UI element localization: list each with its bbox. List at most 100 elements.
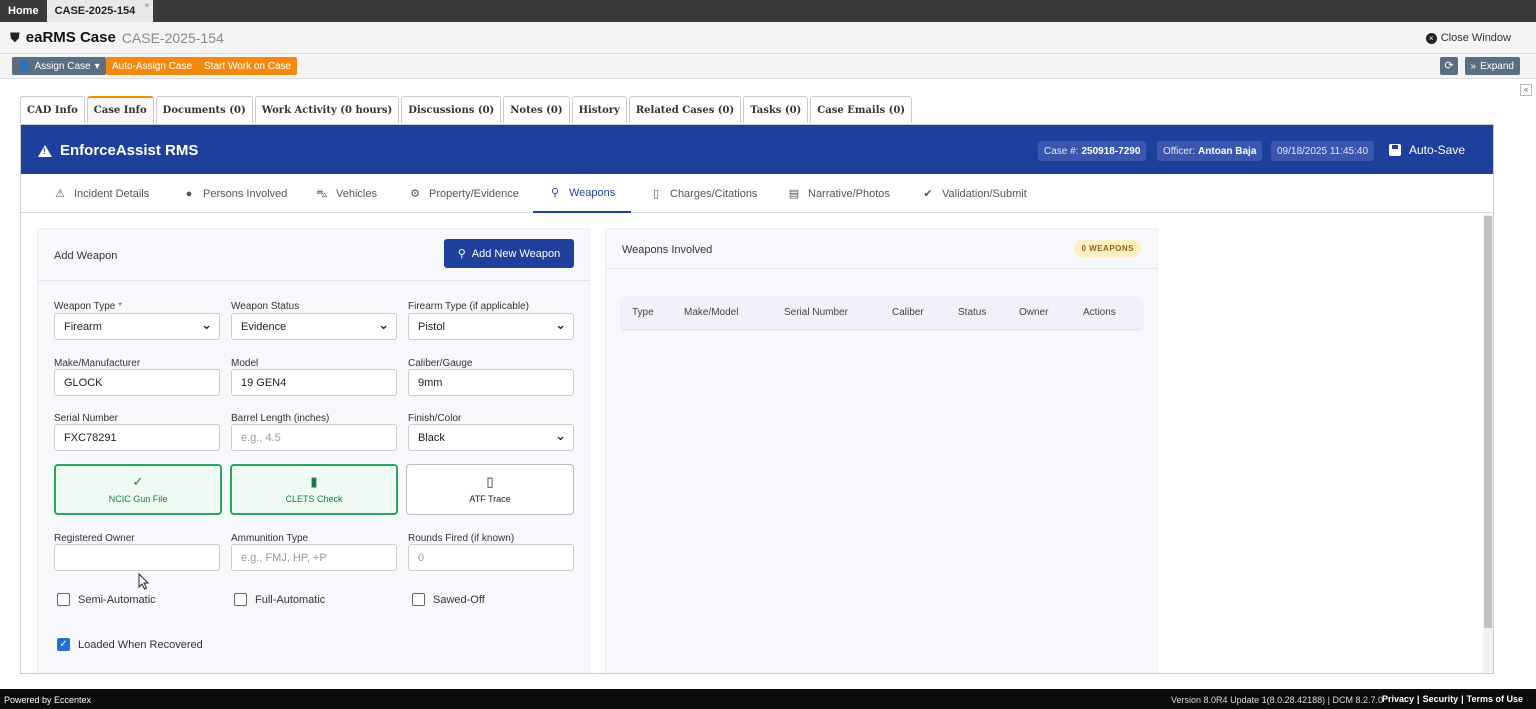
nav-validation-submit[interactable]: ✔ Validation/Submit bbox=[922, 174, 1027, 213]
column-header: Actions bbox=[1083, 307, 1116, 318]
ncic-label: NCIC Gun File bbox=[108, 494, 168, 504]
tab-documents[interactable]: Documents (0) bbox=[155, 96, 253, 123]
caret-down-icon: ▾ bbox=[94, 60, 100, 72]
checkbox-label: Semi-Automatic bbox=[78, 593, 156, 606]
weapon-status-select[interactable]: Evidence bbox=[231, 313, 397, 340]
close-window-button[interactable]: × Close Window bbox=[1425, 32, 1511, 44]
warning-icon: ⚠ bbox=[55, 187, 65, 200]
tab-notes[interactable]: Notes (0) bbox=[503, 96, 570, 123]
shield-icon: ⛊ bbox=[10, 29, 20, 45]
tab-work-activity[interactable]: Work Activity (0 hours) bbox=[254, 96, 400, 123]
ammo-label: Ammunition Type bbox=[231, 533, 309, 544]
auto-assign-button[interactable]: Auto-Assign Case bbox=[106, 61, 198, 72]
sawed-off-checkbox[interactable]: Sawed-Off bbox=[412, 593, 485, 606]
ammunition-type-input[interactable] bbox=[231, 544, 397, 571]
barrel-length-input[interactable] bbox=[231, 424, 397, 451]
tab-related-cases[interactable]: Related Cases (0) bbox=[628, 96, 742, 123]
weapon-count-badge: 0 WEAPONS bbox=[1074, 240, 1141, 257]
file-outline-icon: ▯ bbox=[486, 474, 494, 489]
model-input[interactable]: 19 GEN4 bbox=[231, 369, 397, 396]
expand-label: Expand bbox=[1480, 60, 1514, 72]
collapse-panel-icon[interactable]: « bbox=[1520, 84, 1532, 96]
weapons-involved-title: Weapons Involved bbox=[622, 244, 713, 256]
rms-frame: EnforceAssist RMS Case #: 250918-7290 Of… bbox=[20, 124, 1494, 674]
checkmark-icon[interactable]: ✓ bbox=[57, 638, 70, 651]
tab-case-emails[interactable]: Case Emails (0) bbox=[810, 96, 913, 123]
check-circle-icon: ✔ bbox=[923, 187, 933, 200]
orange-button-group: Auto-Assign Case Start Work on Case bbox=[106, 57, 298, 75]
ncic-gun-file-button[interactable]: ✓ NCIC Gun File bbox=[54, 464, 222, 515]
expand-button[interactable]: » Expand bbox=[1464, 57, 1520, 75]
nav-label: Validation/Submit bbox=[942, 187, 1027, 200]
case-header: ⛊ eaRMS Case CASE-2025-154 × Close Windo… bbox=[0, 22, 1536, 54]
atf-trace-button[interactable]: ▯ ATF Trace bbox=[406, 464, 574, 515]
tab-history[interactable]: History bbox=[571, 96, 627, 123]
close-window-label: Close Window bbox=[1440, 32, 1511, 44]
datetime-pill: 09/18/2025 11:45:40 bbox=[1271, 141, 1375, 161]
nav-incident-details[interactable]: ⚠ Incident Details bbox=[54, 174, 149, 213]
full-automatic-checkbox[interactable]: Full-Automatic bbox=[234, 593, 325, 606]
nav-property-evidence[interactable]: ⚙ Property/Evidence bbox=[409, 174, 519, 213]
clets-check-button[interactable]: ▮ CLETS Check bbox=[230, 464, 398, 515]
serial-label: Serial Number bbox=[54, 413, 118, 424]
start-work-button[interactable]: Start Work on Case bbox=[198, 61, 297, 72]
rounds-label: Rounds Fired (if known) bbox=[408, 533, 515, 544]
semi-automatic-checkbox[interactable]: Semi-Automatic bbox=[57, 593, 156, 606]
column-header: Owner bbox=[1019, 307, 1049, 318]
mouse-cursor-icon bbox=[138, 573, 150, 590]
make-input[interactable]: GLOCK bbox=[54, 369, 220, 396]
case-tabs: CAD Info Case Info Documents (0) Work Ac… bbox=[20, 96, 913, 123]
nav-vehicles[interactable]: ⛍ Vehicles bbox=[316, 174, 377, 213]
firearm-type-select[interactable]: Pistol bbox=[408, 313, 574, 340]
case-id: CASE-2025-154 bbox=[121, 29, 224, 46]
checkbox-label: Sawed-Off bbox=[433, 593, 485, 606]
add-weapon-header: Add Weapon ⚲ Add New Weapon bbox=[38, 229, 589, 281]
tab-tasks[interactable]: Tasks (0) bbox=[743, 96, 809, 123]
tab-case-info[interactable]: Case Info bbox=[86, 96, 154, 123]
person-icon: ● bbox=[185, 187, 193, 200]
tab-case[interactable]: CASE-2025-154 × bbox=[46, 0, 154, 22]
add-weapon-title: Add Weapon bbox=[54, 250, 118, 262]
case-toolbar: 👤 Assign Case ▾ Auto-Assign Case Start W… bbox=[0, 54, 1536, 79]
checkbox-box[interactable] bbox=[234, 593, 247, 606]
gear-icon: ⚙ bbox=[410, 187, 420, 200]
tab-cad-info[interactable]: CAD Info bbox=[20, 96, 85, 123]
required-marker: * bbox=[118, 301, 123, 312]
nav-persons-involved[interactable]: ● Persons Involved bbox=[183, 174, 288, 213]
refresh-icon[interactable]: ⟳ bbox=[1440, 57, 1458, 75]
nav-narrative-photos[interactable]: ▤ Narrative/Photos bbox=[788, 174, 890, 213]
checkbox-label: Full-Automatic bbox=[255, 593, 326, 606]
weapon-type-select[interactable]: Firearm bbox=[54, 313, 220, 340]
checkbox-box[interactable] bbox=[412, 593, 425, 606]
privacy-link[interactable]: Privacy bbox=[1382, 694, 1414, 704]
close-tab-icon[interactable]: × bbox=[145, 1, 150, 10]
serial-input[interactable]: FXC78291 bbox=[54, 424, 220, 451]
checkbox-box[interactable] bbox=[57, 593, 70, 606]
version-info: Version 8.0R4 Update 1(8.0.28.42188) | D… bbox=[1171, 695, 1383, 705]
nav-charges-citations[interactable]: ▯ Charges/Citations bbox=[650, 174, 757, 213]
tab-home[interactable]: Home bbox=[0, 0, 47, 22]
finish-select[interactable]: Black bbox=[408, 424, 574, 451]
terms-link[interactable]: Terms of Use bbox=[1467, 694, 1523, 704]
rounds-fired-input[interactable] bbox=[408, 544, 574, 571]
tab-discussions[interactable]: Discussions (0) bbox=[401, 96, 502, 123]
nav-weapons[interactable]: ⚲ Weapons bbox=[533, 174, 632, 213]
nav-label: Weapons bbox=[569, 186, 616, 199]
registered-owner-input[interactable] bbox=[54, 544, 220, 571]
caliber-input[interactable]: 9mm bbox=[408, 369, 574, 396]
add-new-weapon-button[interactable]: ⚲ Add New Weapon bbox=[444, 239, 574, 268]
scrollbar-thumb[interactable] bbox=[1484, 216, 1492, 628]
security-link[interactable]: Security bbox=[1423, 694, 1459, 704]
assign-case-button[interactable]: 👤 Assign Case ▾ bbox=[12, 57, 106, 75]
weapons-table-header: Type Make/Model Serial Number Caliber St… bbox=[622, 297, 1142, 329]
weapon-type-label: Weapon Type * bbox=[54, 301, 122, 312]
add-new-weapon-label: Add New Weapon bbox=[471, 247, 561, 260]
nav-label: Narrative/Photos bbox=[808, 187, 890, 200]
column-header: Caliber bbox=[892, 307, 924, 318]
owner-label: Registered Owner bbox=[54, 533, 135, 544]
scrollbar-track[interactable] bbox=[1483, 214, 1493, 673]
nav-label: Charges/Citations bbox=[670, 187, 758, 200]
auto-save-button[interactable]: Auto-Save bbox=[1388, 143, 1465, 157]
loaded-when-recovered-checkbox[interactable]: ✓ Loaded When Recovered bbox=[57, 638, 203, 651]
powered-by: Powered by Eccentex bbox=[4, 695, 92, 705]
